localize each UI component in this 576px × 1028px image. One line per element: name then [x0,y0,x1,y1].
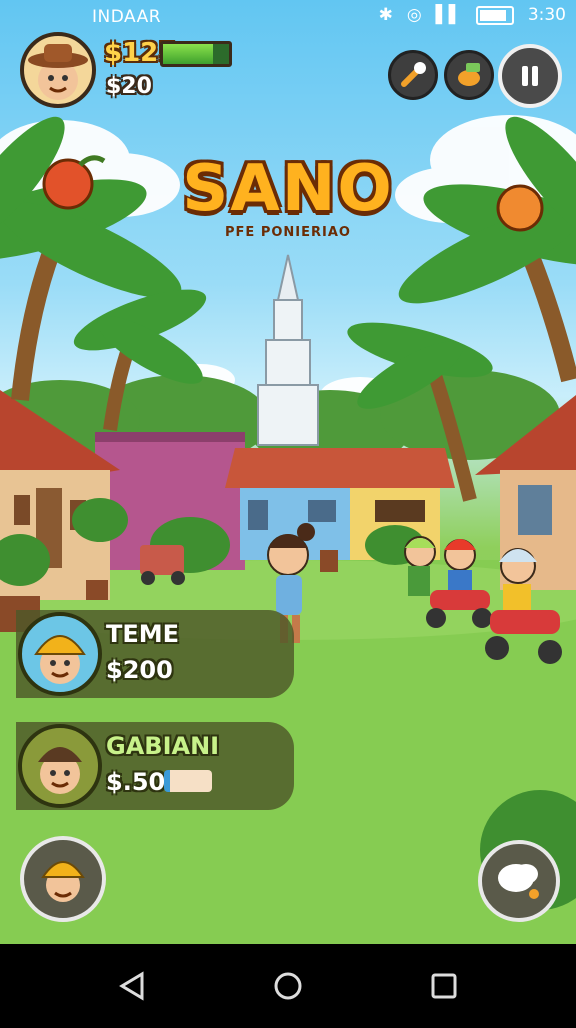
battery-icon [475,5,514,25]
game-subtitle: PFE PONIERIAO [225,225,351,240]
energy-bar [160,41,232,67]
game-scene: INDAAR ✱ ◎ ▌▌ 3:30 $125 $20 SANO PFE PON… [0,0,576,944]
farmer-icon [38,747,82,794]
game-title: SANO [182,152,394,226]
worker-helmet-avatar [18,612,102,696]
character-card-2[interactable]: GABIANI $.50 [16,722,294,810]
character-card-1-name: TEME [106,620,180,648]
helmet-worker-icon [34,635,86,684]
hand-money-button[interactable] [444,50,494,100]
wrench-button[interactable] [388,50,438,100]
pause-icon [522,66,538,86]
farmer-avatar [18,724,102,808]
sync-icon: ◎ [406,5,422,25]
wrench-icon [401,62,426,87]
player-avatar[interactable] [20,32,96,108]
home-icon[interactable] [274,972,302,1000]
back-icon[interactable] [119,971,144,1001]
carrier-label: INDAAR [92,7,162,27]
character-card-2-value: $.50 [106,768,166,796]
status-icons: ✱ ◎ ▌▌ 3:30 [379,5,566,25]
status-bar: INDAAR ✱ ◎ ▌▌ 3:30 [0,0,576,34]
recents-icon[interactable] [431,973,457,999]
character-card-2-name: GABIANI [106,732,220,760]
character-card-1-value: $200 [106,656,173,684]
signal-icon: ▌▌ [435,5,462,25]
character-card-2-badge [164,770,212,792]
bluetooth-icon: ✱ [378,5,393,25]
pause-button[interactable] [498,44,562,108]
cloud-icon [498,864,539,899]
cowboy-hat-avatar-icon [28,44,88,100]
builder-helmet-icon [41,861,85,902]
cloud-action-button[interactable] [478,840,560,922]
energy-bar-fill [163,44,213,64]
builder-avatar-button[interactable] [20,836,106,922]
clock-time: 3:30 [527,5,566,25]
hand-money-icon [458,63,480,86]
system-nav-bar [0,944,576,1024]
secondary-money: $20 [106,74,152,99]
character-card-1[interactable]: TEME $200 [16,610,294,698]
